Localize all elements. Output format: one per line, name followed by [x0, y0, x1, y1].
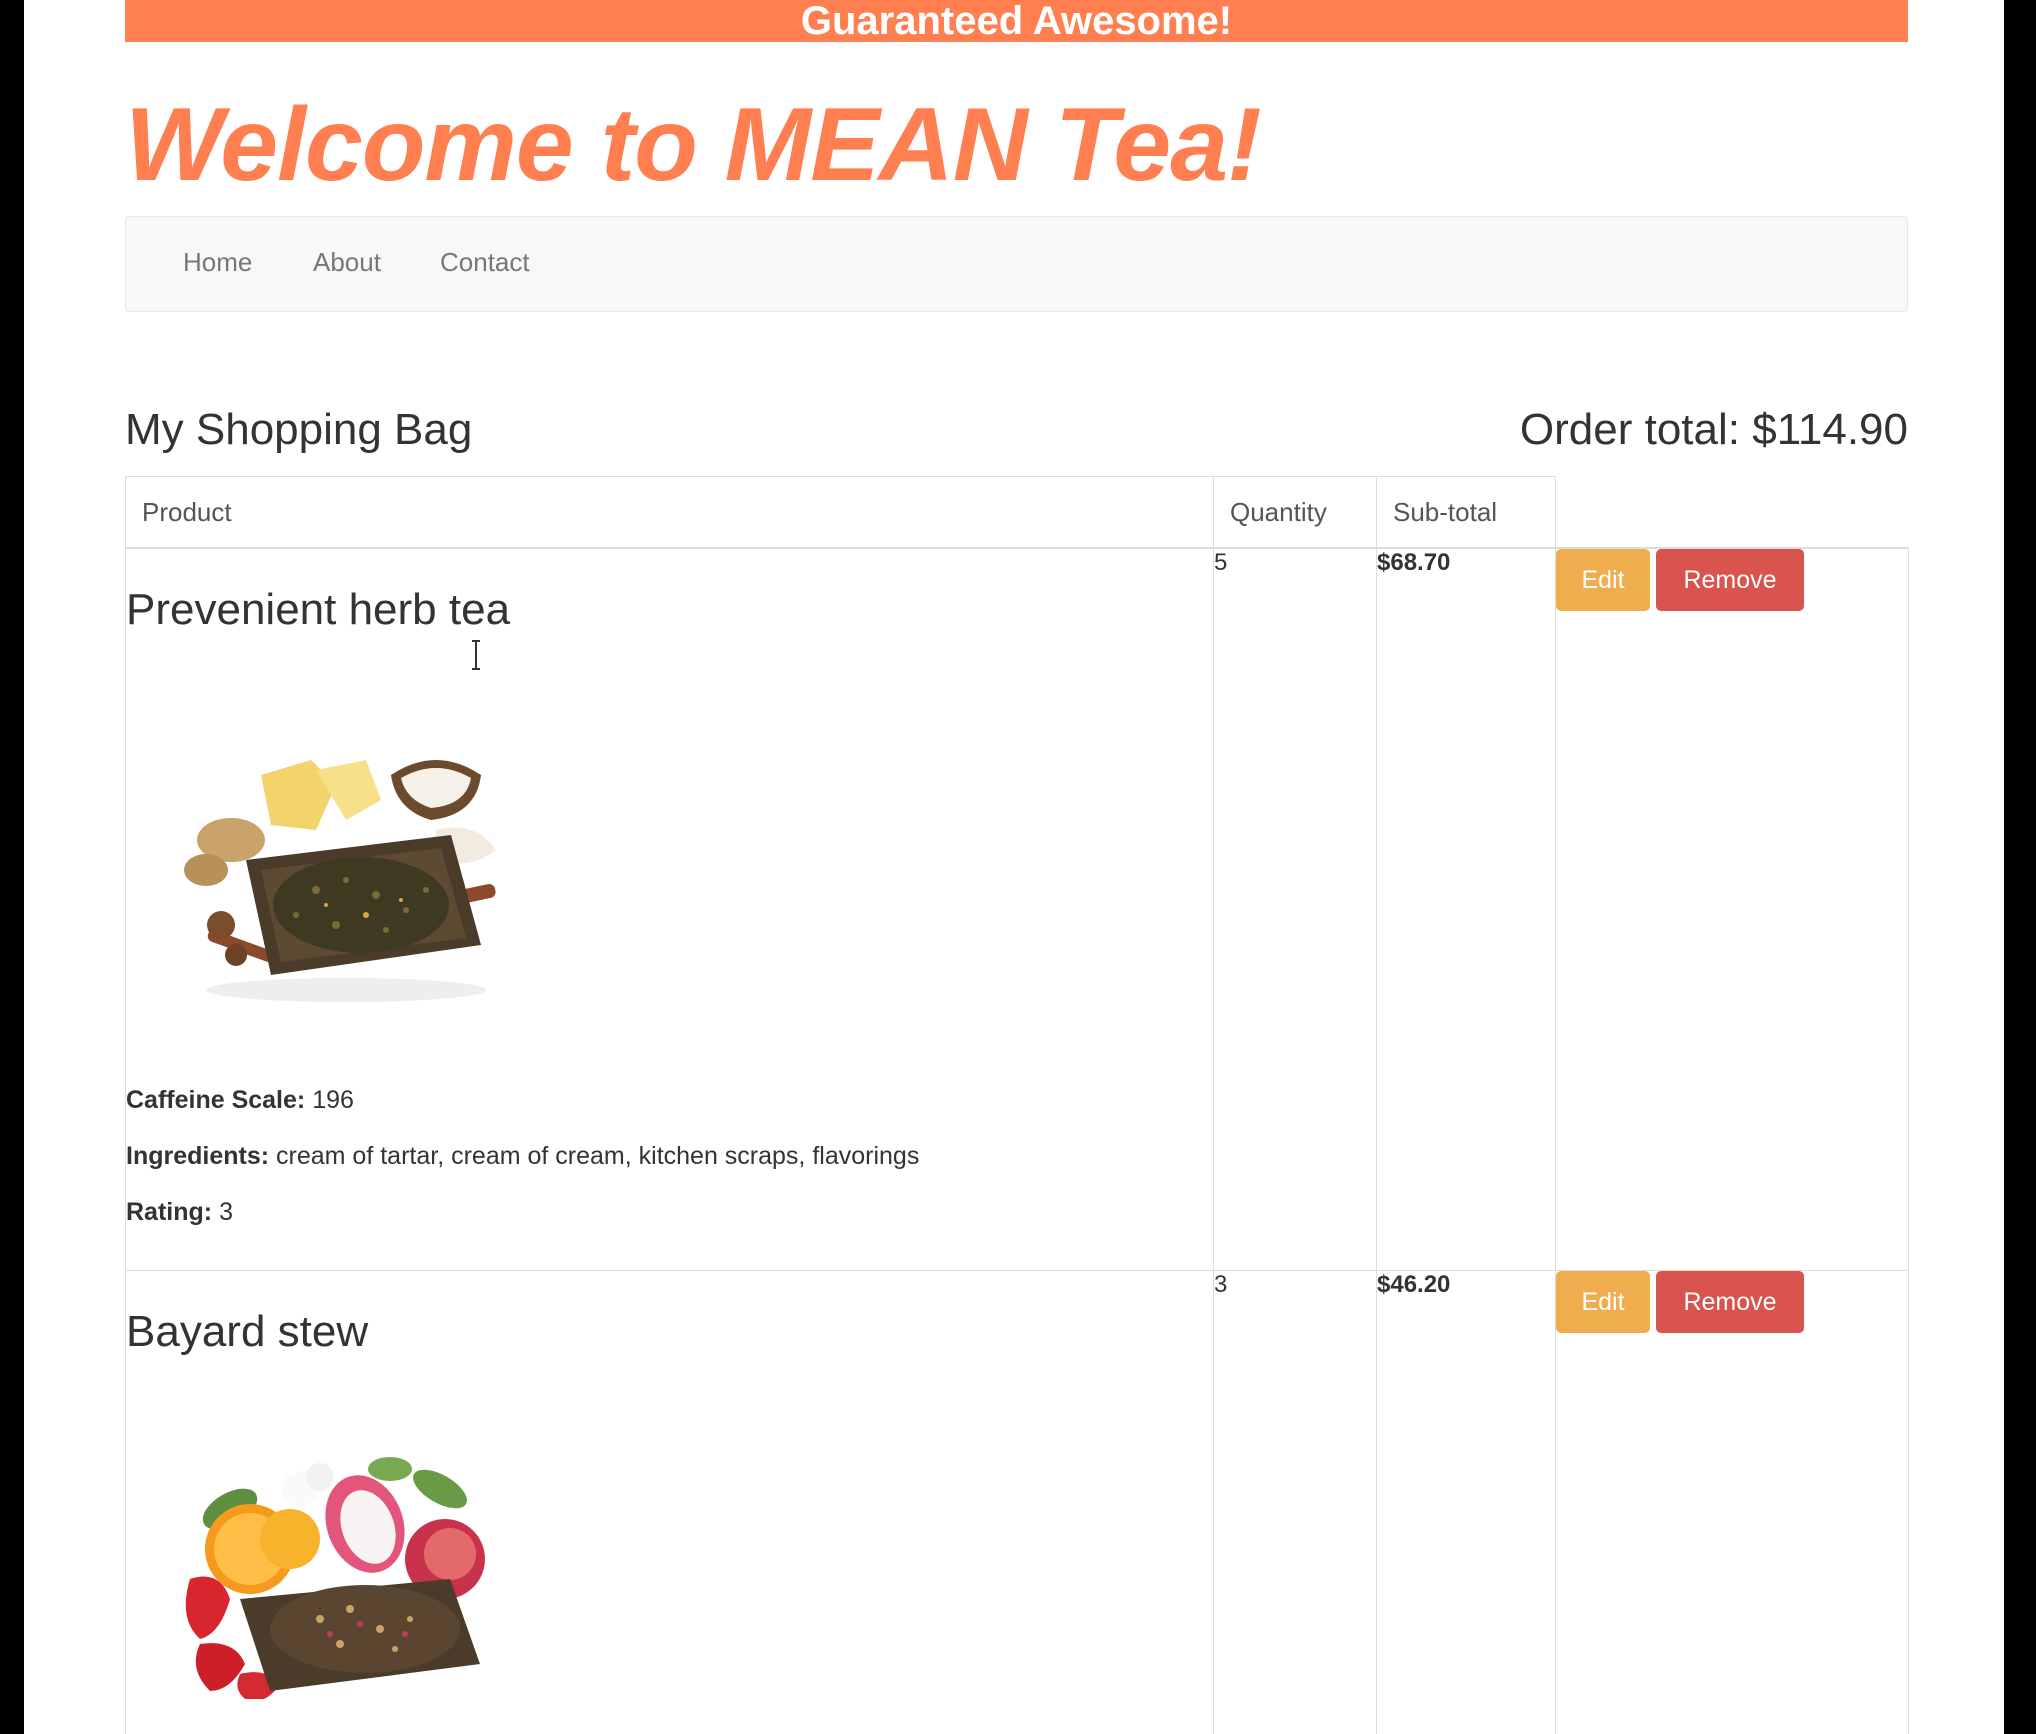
rating: Rating: 3: [126, 1198, 233, 1226]
nav-about-link[interactable]: About: [313, 247, 381, 278]
page-title: Welcome to MEAN Tea!: [125, 87, 1262, 203]
edit-button[interactable]: Edit: [1556, 1270, 1650, 1333]
nav-home-link[interactable]: Home: [183, 247, 252, 278]
order-total: Order total: $114.90: [1519, 405, 1908, 454]
fruit-tea-image: [185, 1456, 485, 1701]
ingredients: Ingredients: cream of tartar, cream of c…: [126, 1142, 920, 1170]
subtotal-cell: $46.20: [1376, 1269, 1556, 1734]
herb-tea-image: [184, 760, 496, 1002]
caffeine-scale: Caffeine Scale: 196: [126, 1086, 354, 1114]
product-cell: Prevenient herb tea Caffeine Scale: 196 …: [125, 547, 1214, 1271]
column-header-subtotal: Sub-total: [1376, 476, 1556, 549]
quantity-cell: 3: [1213, 1269, 1377, 1734]
product-cell: Bayard stew: [125, 1269, 1214, 1734]
table-row: Prevenient herb tea Caffeine Scale: 196 …: [125, 547, 1909, 1271]
table-header-row: Product Quantity Sub-total: [125, 476, 1909, 549]
column-header-product: Product: [125, 476, 1214, 549]
text-cursor-icon: [472, 640, 480, 670]
remove-button[interactable]: Remove: [1656, 1270, 1804, 1333]
nav-contact-link[interactable]: Contact: [440, 247, 530, 278]
promo-banner: Guaranteed Awesome!: [125, 0, 1908, 42]
edit-button[interactable]: Edit: [1556, 549, 1650, 611]
quantity-cell: 5: [1213, 547, 1377, 1271]
column-header-quantity: Quantity: [1213, 476, 1377, 549]
product-name: Prevenient herb tea: [126, 585, 511, 634]
bag-title: My Shopping Bag: [125, 405, 473, 454]
product-name: Bayard stew: [126, 1306, 369, 1356]
column-header-actions: [1555, 476, 1909, 549]
navbar: Home About Contact: [125, 216, 1908, 312]
remove-button[interactable]: Remove: [1656, 549, 1804, 611]
actions-cell: Edit Remove: [1555, 547, 1909, 1271]
page: Guaranteed Awesome! Welcome to MEAN Tea!…: [24, 0, 2004, 1734]
actions-cell: Edit Remove: [1555, 1269, 1909, 1734]
bag-table: Product Quantity Sub-total Prevenient he…: [125, 476, 1909, 1734]
table-row: Bayard stew 3 $46.20 Edit Remove: [125, 1269, 1909, 1734]
subtotal-cell: $68.70: [1376, 547, 1556, 1271]
